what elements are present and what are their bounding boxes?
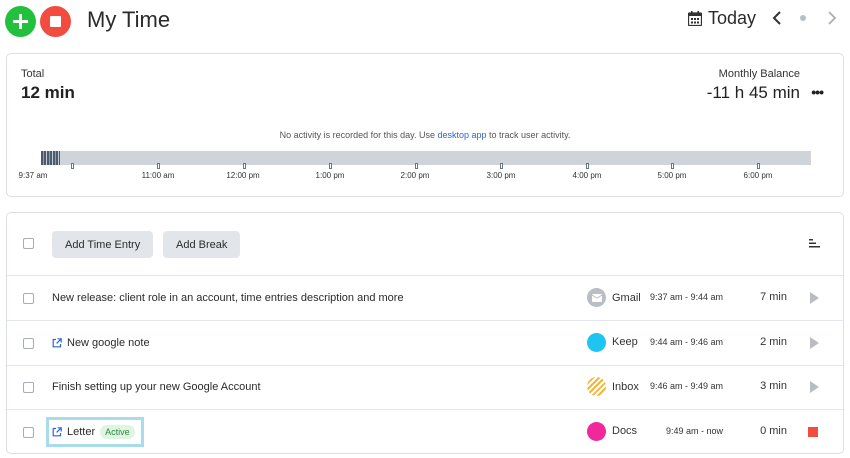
entries-toolbar: Add Time Entry Add Break: [7, 213, 843, 276]
select-all-checkbox[interactable]: [23, 238, 34, 249]
timeline-tick-label: 5:00 pm: [657, 171, 687, 180]
page-title: My Time: [87, 7, 171, 32]
time-entries-card: Add Time Entry Add Break New release: cl…: [6, 212, 844, 454]
timeline-tick-label: 11:00 am: [141, 171, 175, 180]
timeline-tick: [415, 163, 418, 169]
docs-app-icon: [587, 421, 606, 441]
monthly-balance-value: -11 h 45 min: [706, 83, 800, 102]
app-name: Inbox: [612, 380, 639, 393]
total-value: 12 min: [21, 83, 75, 102]
stop-icon: [50, 16, 61, 27]
timeline-tick: [757, 163, 760, 169]
row-checkbox[interactable]: [23, 382, 34, 393]
gmail-app-icon: [587, 288, 606, 307]
timeline-tick: [243, 163, 246, 169]
add-break-button[interactable]: Add Break: [163, 231, 241, 258]
entry-time-range: 9:37 am - 9:44 am: [649, 292, 723, 302]
timeline-tick-label: 9:37 am: [18, 171, 48, 180]
calendar-icon: [688, 11, 702, 26]
notice-text-before: No activity is recorded for this day. Us…: [279, 130, 435, 140]
entry-duration: 2 min: [760, 335, 787, 348]
time-entry-row[interactable]: Finish setting up your new Google Accoun…: [7, 365, 843, 410]
plus-icon: [13, 14, 28, 29]
sort-icon[interactable]: [809, 237, 823, 249]
entry-app: Docs: [587, 421, 638, 441]
more-options-icon[interactable]: •••: [811, 84, 824, 100]
timeline-tick: [500, 163, 503, 169]
entry-app: Inbox: [587, 377, 639, 396]
entry-app: Gmail: [587, 288, 641, 307]
app-name: Keep: [612, 336, 638, 348]
entry-time-range: 9:46 am - 9:49 am: [649, 381, 723, 391]
chevron-left-icon[interactable]: [769, 8, 785, 28]
entry-duration: 3 min: [760, 380, 787, 392]
timeline-tick-label: 4:00 pm: [572, 171, 602, 180]
play-icon[interactable]: [810, 336, 819, 349]
timeline-tick: [671, 163, 674, 169]
total-label: Total: [21, 68, 45, 80]
monthly-balance-label: Monthly Balance: [718, 68, 800, 80]
inbox-app-icon: [587, 377, 606, 396]
desktop-app-link[interactable]: desktop app: [437, 130, 486, 140]
stop-timer-button[interactable]: [40, 6, 71, 37]
time-entry-row[interactable]: Letter Active Docs 9:49 am - now 0 min: [7, 410, 843, 454]
timeline-tick-label: 1:00 pm: [315, 171, 345, 180]
entry-title[interactable]: Finish setting up your new Google Accoun…: [52, 375, 261, 399]
entry-title[interactable]: New google note: [52, 331, 150, 355]
timeline-tick: [157, 163, 160, 169]
entry-duration: 0 min: [760, 424, 787, 437]
entry-title-text: New release: client role in an account, …: [52, 292, 404, 304]
external-link-icon[interactable]: [52, 426, 62, 437]
no-activity-notice: No activity is recorded for this day. Us…: [7, 130, 843, 140]
entry-duration: 7 min: [760, 291, 787, 303]
app-name: Docs: [612, 425, 638, 437]
date-label: Today: [708, 8, 757, 28]
play-icon[interactable]: [810, 381, 819, 393]
date-picker[interactable]: Today: [688, 8, 756, 29]
row-checkbox[interactable]: [23, 426, 34, 438]
timeline-tick: [71, 163, 74, 169]
entry-title-text: New google note: [67, 336, 150, 349]
timeline-tick: [329, 163, 332, 169]
keep-app-icon: [587, 332, 606, 352]
start-timer-button[interactable]: [5, 6, 36, 37]
entry-time-range: 9:49 am - now: [665, 425, 723, 436]
row-checkbox[interactable]: [23, 293, 34, 304]
time-entry-row[interactable]: New release: client role in an account, …: [7, 276, 843, 321]
current-day-dot[interactable]: [800, 15, 806, 21]
timeline-tick-label: 2:00 pm: [400, 171, 430, 180]
app-name: Gmail: [612, 291, 641, 304]
timeline-tick-label: 12:00 pm: [226, 171, 260, 180]
active-badge: Active: [100, 424, 135, 439]
stop-entry-icon[interactable]: [808, 426, 818, 437]
timeline-tick-label: 3:00 pm: [486, 171, 516, 180]
entry-title[interactable]: Letter Active: [46, 416, 144, 447]
chevron-right-icon[interactable]: [824, 8, 840, 28]
timeline-tick-label: 6:00 pm: [743, 171, 773, 180]
timeline-activity-segment[interactable]: [41, 151, 60, 165]
row-checkbox[interactable]: [23, 337, 34, 349]
timeline-tick: [586, 163, 589, 169]
notice-text-after: to track user activity.: [489, 130, 571, 140]
add-time-entry-button[interactable]: Add Time Entry: [52, 231, 154, 258]
entry-time-range: 9:44 am - 9:46 am: [649, 336, 723, 347]
entry-title[interactable]: New release: client role in an account, …: [52, 286, 404, 310]
entry-title-text: Letter: [67, 425, 96, 438]
summary-card: Total 12 min Monthly Balance -11 h 45 mi…: [6, 53, 844, 197]
entry-app: Keep: [587, 332, 638, 352]
external-link-icon[interactable]: [52, 337, 62, 348]
play-icon[interactable]: [810, 292, 819, 304]
time-entry-row[interactable]: New google note Keep 9:44 am - 9:46 am 2 mi…: [7, 321, 843, 366]
entry-title-text: Finish setting up your new Google Accoun…: [52, 381, 261, 393]
